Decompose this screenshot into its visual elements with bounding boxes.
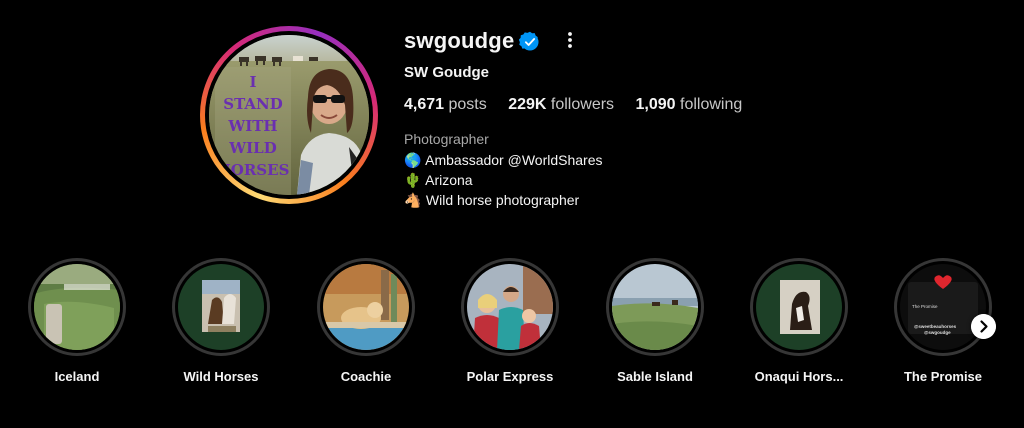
- highlight-onaqui-horses[interactable]: Onaqui Hors...: [727, 258, 871, 384]
- highlight-label: Sable Island: [617, 369, 693, 384]
- post-screenshot-icon: The Promise @sweetbeauhorses @swgoudge: [900, 264, 986, 350]
- highlight-sable-island[interactable]: Sable Island: [583, 258, 727, 384]
- iceland-landscape-icon: [34, 264, 120, 350]
- highlight-label: Wild Horses: [183, 369, 259, 384]
- highlight-label: Coachie: [340, 369, 392, 384]
- bio-text: Ambassador @WorldShares: [425, 152, 603, 168]
- highlight-polar-express[interactable]: Polar Express: [438, 258, 582, 384]
- highlight-label: The Promise: [903, 369, 983, 384]
- family-photo-icon: [467, 264, 553, 350]
- more-options-icon[interactable]: [560, 29, 580, 51]
- horses-on-green-icon: [178, 264, 264, 350]
- horse-on-green-icon: [756, 264, 842, 350]
- avatar-sign-line: STAND: [223, 95, 283, 113]
- horse-icon: 🐴: [404, 192, 422, 208]
- verified-badge-icon: [519, 31, 539, 51]
- following-link[interactable]: 1,090 following: [636, 96, 743, 114]
- cactus-icon: 🌵: [404, 172, 422, 188]
- highlight-label: Onaqui Hors...: [754, 369, 844, 384]
- profile-full-name: SW Goudge: [404, 64, 489, 81]
- followers-label: followers: [550, 96, 615, 113]
- followers-count: 229K: [508, 96, 547, 113]
- posts-stat: 4,671 posts: [404, 96, 487, 114]
- highlight-coachie[interactable]: Coachie: [294, 258, 438, 384]
- avatar-sign-line: WILD: [228, 139, 276, 157]
- profile-page: I STAND WITH WILD HORSES swgoudge SW Gou…: [0, 0, 1024, 428]
- dog-by-pool-icon: [323, 264, 409, 350]
- profile-bio: 🌎 Ambassador @WorldShares 🌵 Arizona 🐴 Wi…: [404, 150, 602, 210]
- promise-card-handle: @sweetbeauhorses: [914, 324, 957, 329]
- bio-line: 🐴 Wild horse photographer: [404, 190, 602, 210]
- avatar-sign-line: I: [249, 73, 256, 91]
- bio-line: 🌵 Arizona: [404, 170, 602, 190]
- bio-text: Arizona: [425, 172, 473, 188]
- bio-text: Wild horse photographer: [425, 192, 580, 208]
- posts-count: 4,671: [404, 96, 445, 113]
- highlight-label: Iceland: [54, 369, 100, 384]
- profile-avatar-story-ring[interactable]: I STAND WITH WILD HORSES: [200, 26, 378, 204]
- highlight-iceland[interactable]: Iceland: [5, 258, 149, 384]
- avatar-sign-line: WITH: [227, 117, 277, 135]
- followers-link[interactable]: 229K followers: [508, 96, 614, 114]
- next-highlights-chevron-right-icon[interactable]: [971, 314, 996, 339]
- promise-card-handle: @swgoudge: [924, 330, 951, 335]
- following-count: 1,090: [635, 96, 676, 113]
- globe-icon: 🌎: [404, 152, 422, 168]
- highlight-wild-horses[interactable]: Wild Horses: [149, 258, 293, 384]
- bio-line: 🌎 Ambassador @WorldShares: [404, 150, 602, 170]
- profile-category: Photographer: [404, 131, 489, 147]
- following-label: following: [680, 96, 743, 113]
- profile-stats: 4,671 posts 229K followers 1,090 followi…: [404, 96, 759, 114]
- highlight-label: Polar Express: [466, 369, 554, 384]
- island-horses-icon: [612, 264, 698, 350]
- posts-label: posts: [448, 96, 487, 113]
- promise-card-title: The Promise: [912, 304, 938, 309]
- avatar: I STAND WITH WILD HORSES: [209, 35, 369, 195]
- profile-username: swgoudge: [404, 28, 515, 53]
